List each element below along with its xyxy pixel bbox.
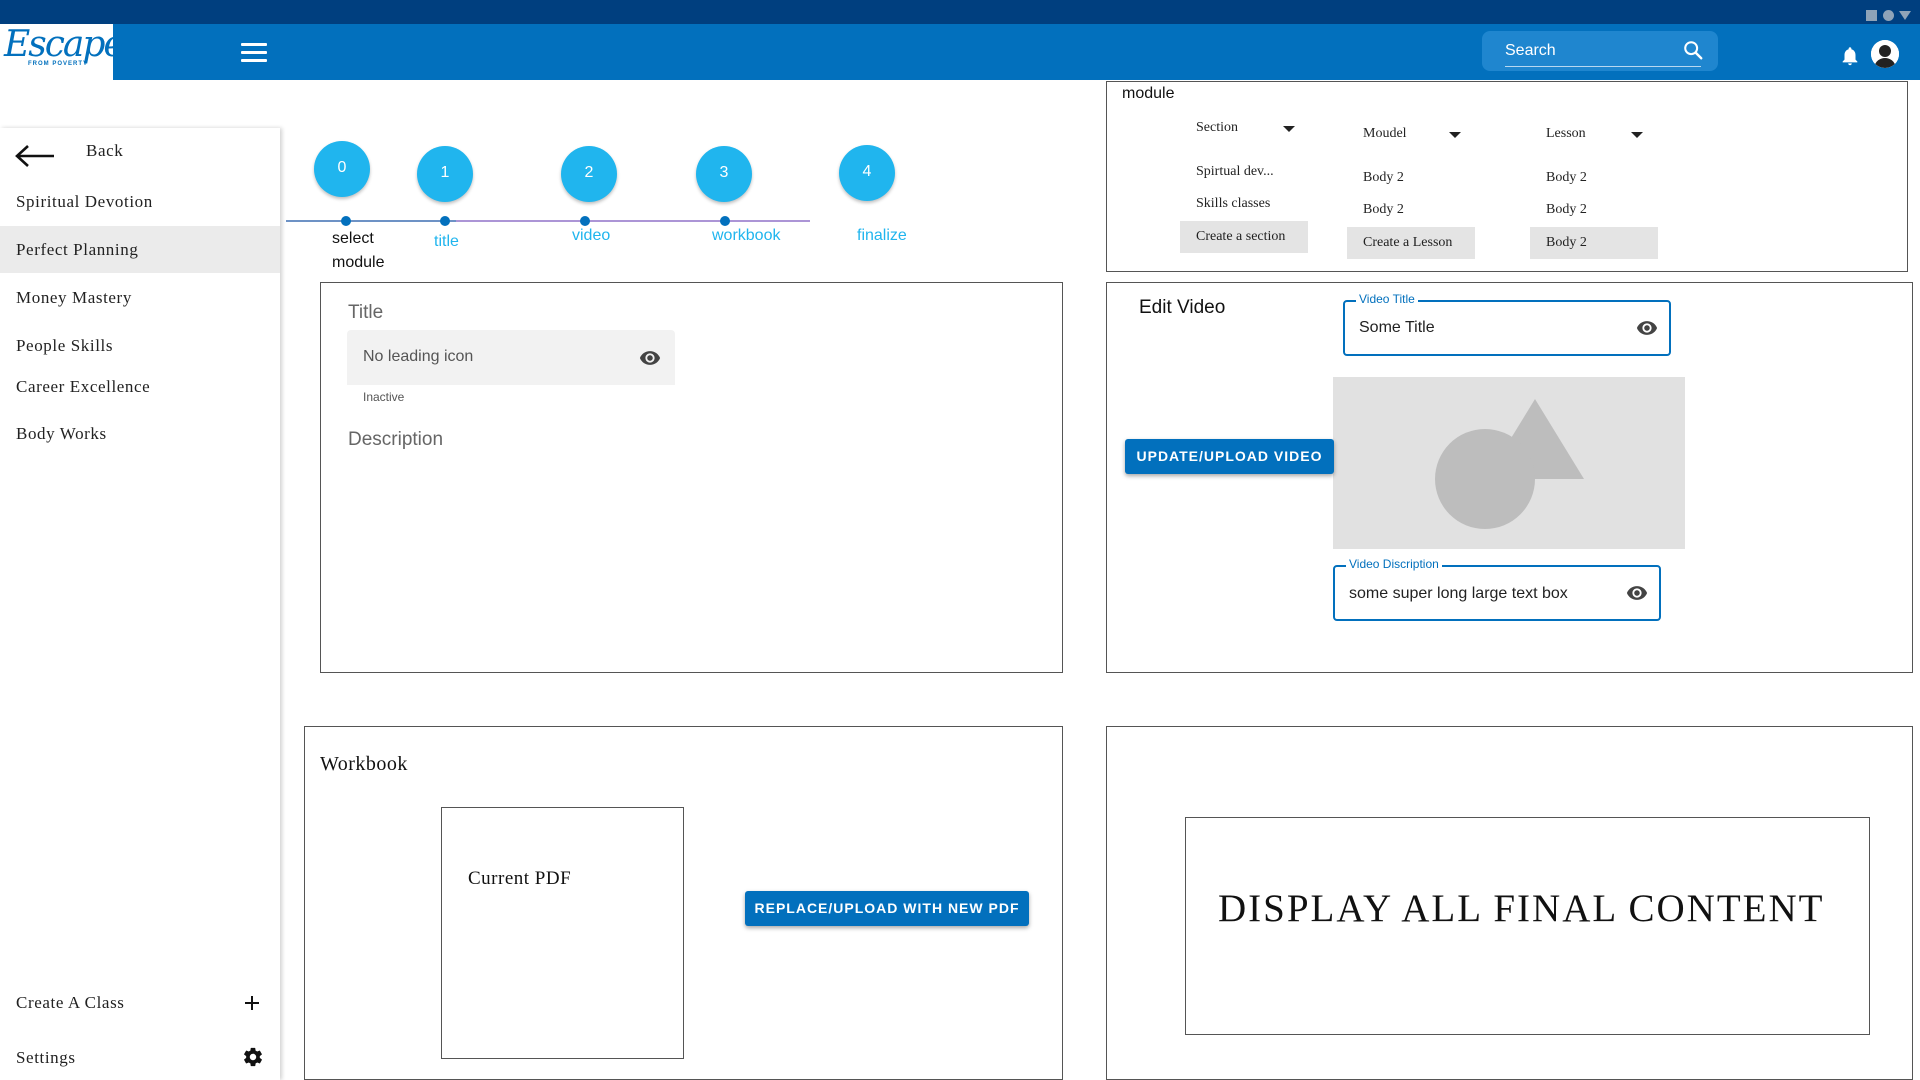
title-input[interactable]: No leading icon [363,348,473,366]
step-dot-3 [720,216,730,226]
plus-icon[interactable] [243,994,261,1012]
stepper-track [286,220,810,222]
window-menu-icon[interactable] [1899,11,1911,20]
settings-button[interactable]: Settings [16,1048,76,1068]
title-heading: Title [348,302,384,323]
section-item[interactable]: Skills classes [1196,196,1270,212]
back-button[interactable]: Back [86,141,123,161]
gear-icon[interactable] [242,1046,264,1068]
step-label-title: title [434,233,459,250]
lesson-item[interactable]: Body 2 [1546,202,1587,218]
logo-subtext: FROM POVERTY [28,61,89,67]
workbook-heading: Workbook [320,753,408,775]
lesson-dropdown-arrow-icon[interactable] [1631,132,1643,138]
video-thumbnail[interactable] [1333,377,1685,549]
sidebar-item-spiritual-devotion[interactable]: Spiritual Devotion [16,192,153,212]
step-label-finalize: finalize [857,227,907,244]
moudel-dropdown[interactable]: Moudel [1363,126,1407,142]
video-title-input[interactable]: Some Title [1359,319,1435,337]
create-lesson-button[interactable]: Create a Lesson [1347,227,1475,259]
logo-text: Escape [4,24,125,65]
section-dropdown-arrow-icon[interactable] [1283,126,1295,132]
sidebar-item-career-excellence[interactable]: Career Excellence [16,377,150,397]
module-heading: module [1122,85,1175,102]
step-label-workbook: workbook [712,227,781,244]
user-avatar[interactable] [1871,40,1899,68]
lesson-item[interactable]: Body 2 [1546,170,1587,186]
section-item[interactable]: Spirtual dev... [1196,164,1274,180]
video-placeholder-image [1435,399,1584,529]
description-heading: Description [348,429,444,450]
search-icon[interactable] [1682,39,1704,61]
step-circle-2[interactable]: 2 [561,146,617,202]
step-dot-0 [341,216,351,226]
step-circle-1[interactable]: 1 [417,146,473,202]
step-dot-2 [580,216,590,226]
section-dropdown[interactable]: Section [1196,120,1238,136]
moudel-item[interactable]: Body 2 [1363,202,1404,218]
sidebar-item-perfect-planning[interactable]: Perfect Planning [16,240,138,260]
final-content-text: DISPLAY ALL FINAL CONTENT [1218,887,1825,930]
sidebar-item-people-skills[interactable]: People Skills [16,336,113,356]
hamburger-menu-icon[interactable] [241,43,267,65]
moudel-dropdown-arrow-icon[interactable] [1449,132,1461,138]
search-input[interactable]: Search [1505,42,1556,60]
step-dot-1 [440,216,450,226]
step-circle-3[interactable]: 3 [696,146,752,202]
step-label-video: video [572,227,611,244]
create-section-button[interactable]: Create a section [1180,221,1308,253]
minimize-window-icon[interactable] [1866,10,1877,21]
video-title-label: Video Title [1356,292,1418,306]
edit-video-heading: Edit Video [1139,297,1226,318]
search-underline [1505,66,1701,67]
sidebar-item-body-works[interactable]: Body Works [16,424,107,444]
notification-bell-icon[interactable] [1839,45,1861,67]
current-pdf-preview[interactable] [441,807,684,1059]
update-upload-video-button[interactable]: UPDATE/UPLOAD VIDEO [1125,439,1334,474]
maximize-window-icon[interactable] [1883,10,1894,21]
eye-icon[interactable] [638,347,662,369]
eye-icon[interactable] [1635,317,1659,339]
step-label-module: module [332,254,385,271]
eye-icon[interactable] [1625,582,1649,604]
lesson-dropdown[interactable]: Lesson [1546,126,1586,142]
back-arrow-icon[interactable] [14,144,56,168]
system-bar [0,0,1920,24]
video-description-label: Video Discription [1346,557,1442,571]
step-label-select: select [332,230,374,247]
create-class-button[interactable]: Create A Class [16,993,125,1013]
step-circle-0[interactable]: 0 [314,141,370,197]
title-helper-text: Inactive [363,390,405,404]
sidebar-item-money-mastery[interactable]: Money Mastery [16,288,132,308]
current-pdf-label: Current PDF [468,868,572,889]
avatar-image [1871,40,1899,68]
step-circle-4[interactable]: 4 [839,145,895,201]
replace-upload-pdf-button[interactable]: REPLACE/UPLOAD WITH NEW PDF [745,891,1029,926]
moudel-item[interactable]: Body 2 [1363,170,1404,186]
lesson-item-selected[interactable]: Body 2 [1530,227,1658,259]
video-description-input[interactable]: some super long large text box [1349,585,1568,603]
